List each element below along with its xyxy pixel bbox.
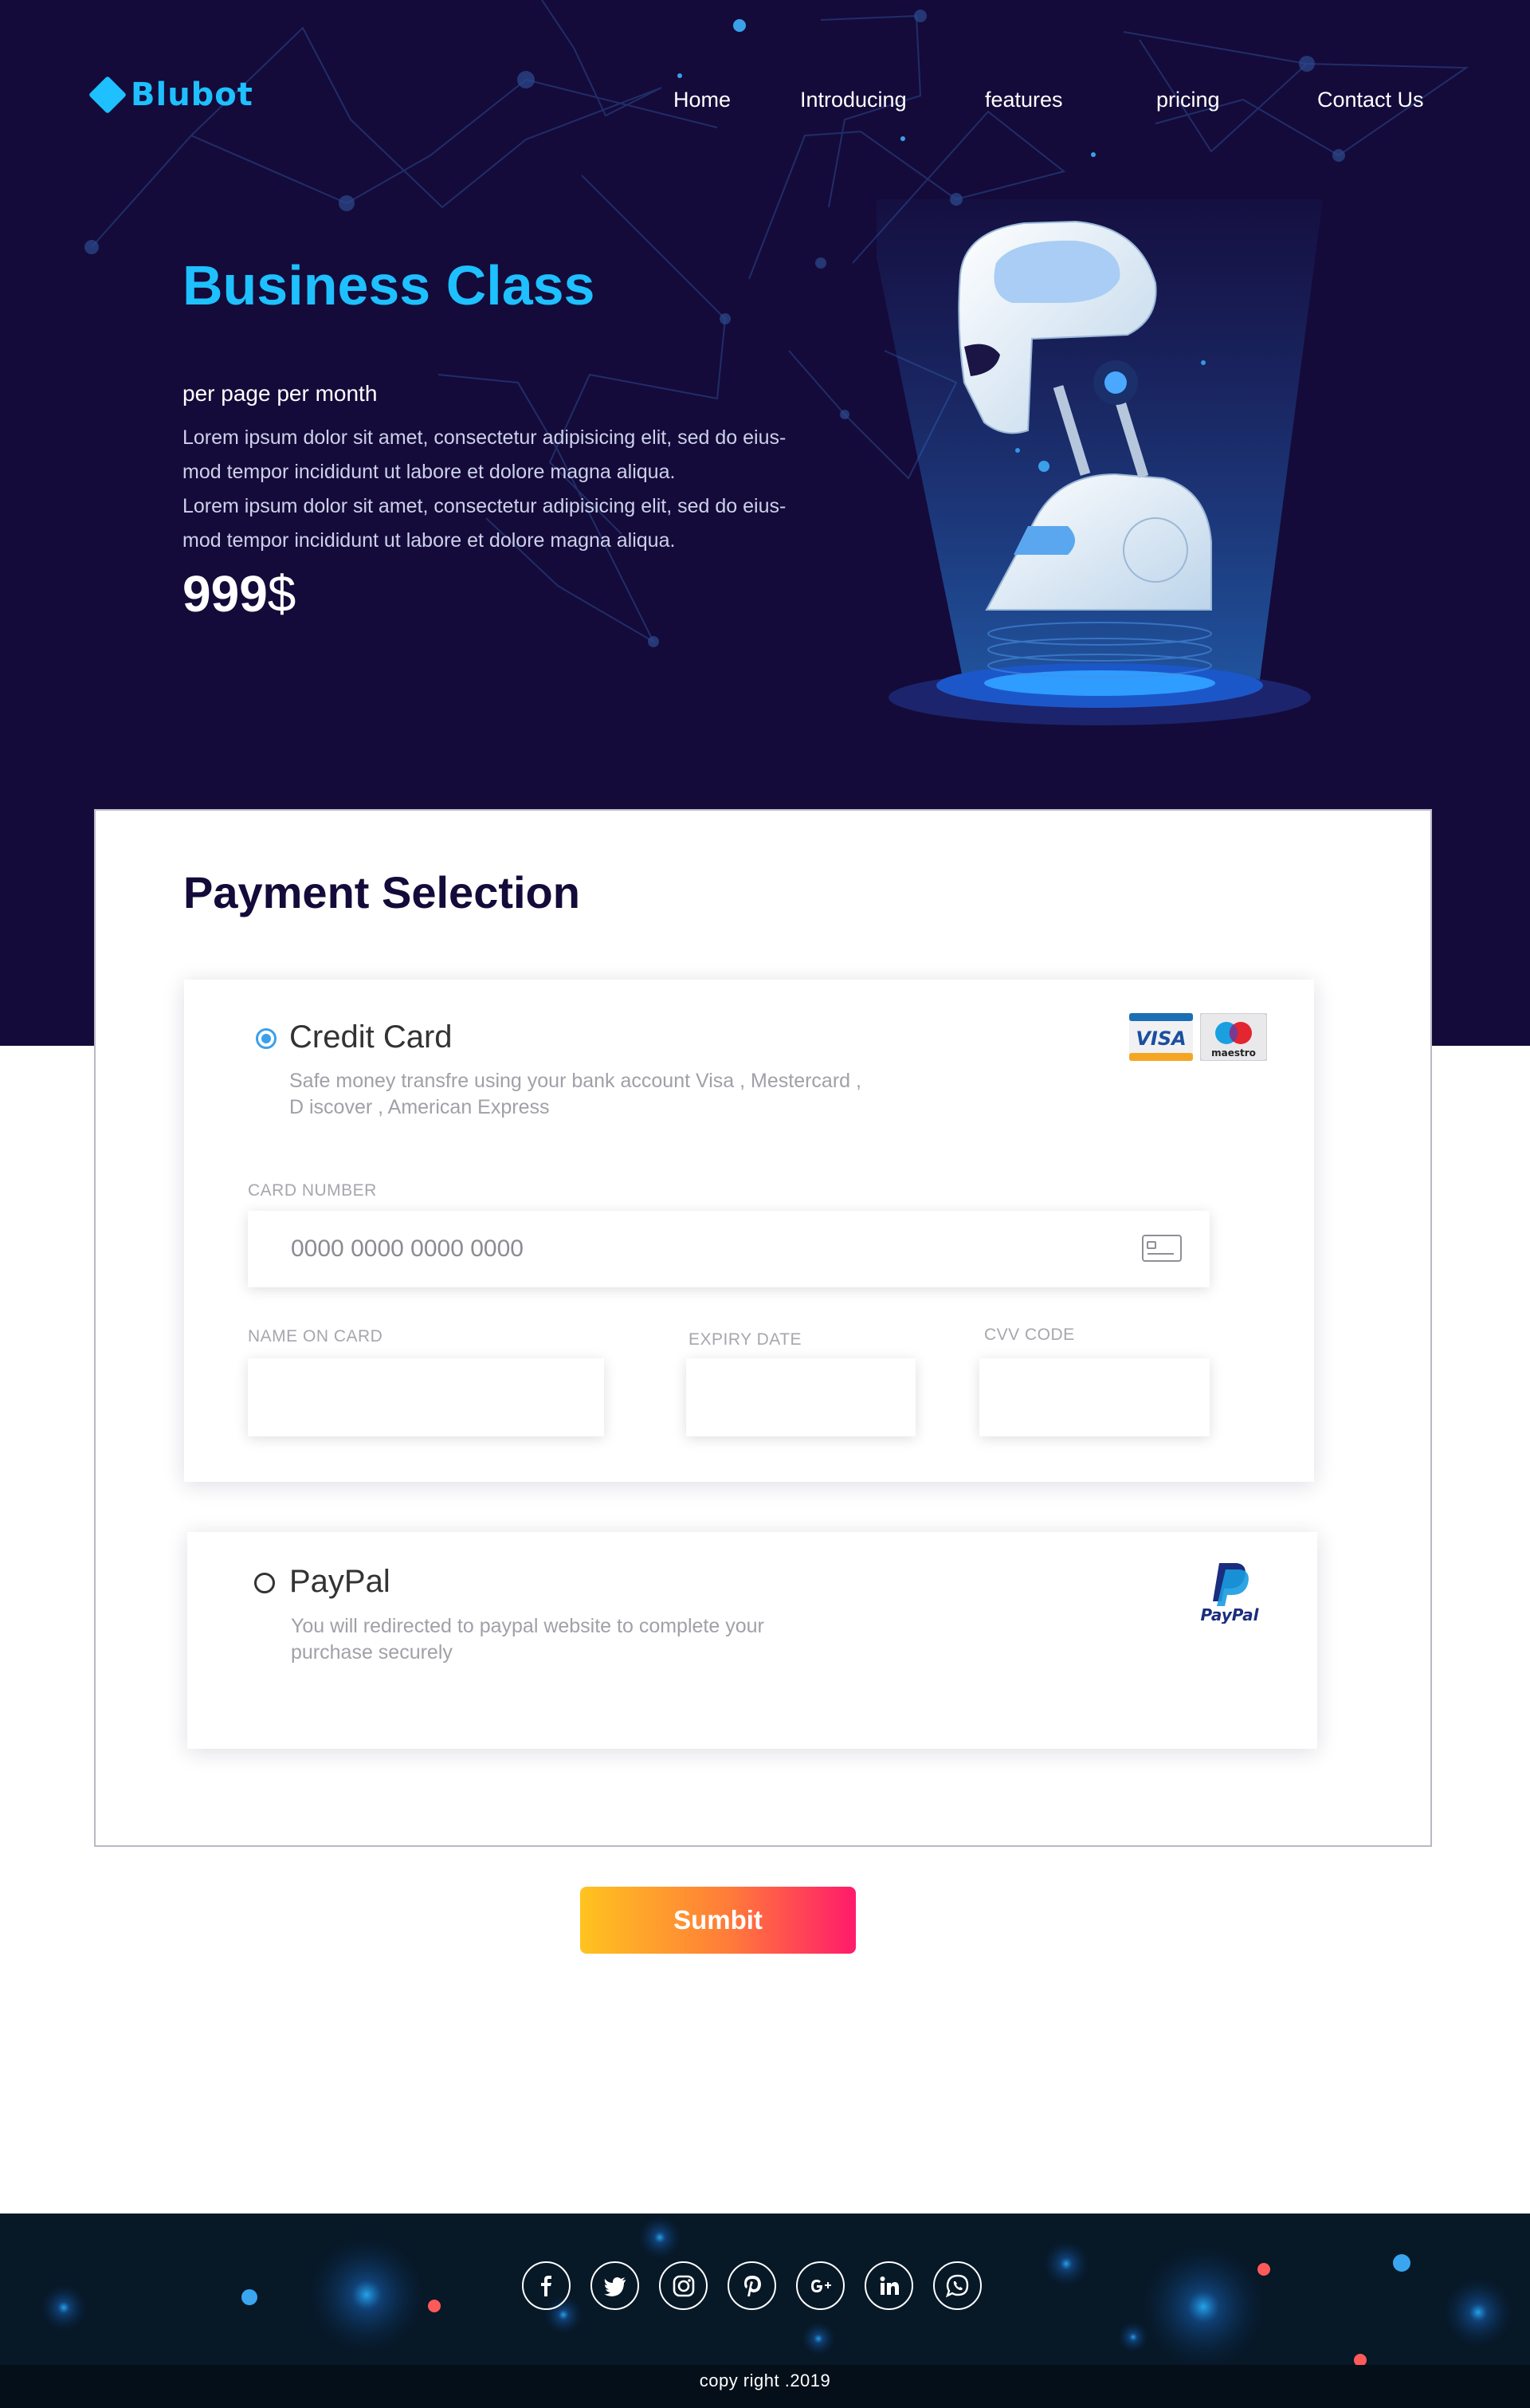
cvv-code-input[interactable]	[979, 1358, 1210, 1436]
brand-name: Blubot	[131, 77, 253, 113]
card-number-input[interactable]	[248, 1211, 1210, 1287]
linkedin-icon[interactable]	[865, 2261, 913, 2310]
credit-card-icon	[1142, 1235, 1182, 1262]
nav-introducing[interactable]: Introducing	[800, 88, 907, 112]
cvv-code-label: CVV CODE	[984, 1326, 1075, 1344]
pinterest-icon[interactable]	[728, 2261, 776, 2310]
nav-home[interactable]: Home	[673, 88, 731, 112]
paypal-radio[interactable]	[254, 1573, 275, 1593]
plan-description-line: Lorem ipsum dolor sit amet, consectetur …	[182, 495, 787, 517]
payment-title: Payment Selection	[183, 867, 580, 917]
expiry-date-input[interactable]	[686, 1358, 916, 1436]
price-value: 999	[182, 565, 268, 623]
plan-description-line: mod tempor incididunt ut labore et dolor…	[182, 461, 676, 483]
social-links	[522, 2261, 982, 2310]
name-on-card-input[interactable]	[248, 1358, 604, 1436]
credit-card-description-line: Safe money transfre using your bank acco…	[289, 1070, 861, 1092]
paypal-logo-icon: PayPal	[1200, 1563, 1260, 1624]
credit-card-label: Credit Card	[289, 1019, 453, 1055]
nav-contact-us[interactable]: Contact Us	[1317, 88, 1424, 112]
paypal-logo-text: PayPal	[1200, 1605, 1259, 1624]
robot-hologram-illustration	[877, 199, 1323, 725]
submit-button[interactable]: Sumbit	[580, 1887, 856, 1954]
credit-card-radio[interactable]	[256, 1028, 277, 1049]
nav-features[interactable]: features	[985, 88, 1063, 112]
price-currency: $	[267, 565, 296, 623]
brand-logo[interactable]: Blubot	[88, 75, 253, 115]
plan-subtitle: per page per month	[182, 381, 378, 406]
credit-card-option[interactable]: Credit Card Safe money transfre using yo…	[184, 980, 1314, 1482]
copyright-text: copy right .2019	[699, 2371, 831, 2390]
card-number-label: CARD NUMBER	[248, 1181, 377, 1200]
google-plus-icon[interactable]	[796, 2261, 845, 2310]
credit-card-description: Safe money transfre using your bank acco…	[289, 1068, 861, 1121]
whatsapp-icon[interactable]	[933, 2261, 982, 2310]
maestro-logo-icon: maestro	[1200, 1013, 1267, 1061]
instagram-icon[interactable]	[659, 2261, 708, 2310]
paypal-description-line: You will redirected to paypal website to…	[291, 1615, 764, 1637]
visa-text: VISA	[1136, 1027, 1186, 1050]
expiry-date-label: EXPIRY DATE	[688, 1330, 802, 1349]
name-on-card-label: NAME ON CARD	[248, 1327, 383, 1345]
credit-card-description-line: D iscover , American Express	[289, 1096, 550, 1118]
plan-price: 999$	[182, 564, 296, 623]
paypal-label: PayPal	[289, 1564, 390, 1599]
nav-pricing[interactable]: pricing	[1156, 88, 1220, 112]
payment-panel: Payment Selection Credit Card Safe money…	[94, 809, 1432, 1847]
diamond-logo-icon	[88, 75, 128, 115]
paypal-description-line: purchase securely	[291, 1641, 453, 1664]
footer: copy right .2019	[0, 2214, 1530, 2408]
plan-description-line: Lorem ipsum dolor sit amet, consectetur …	[182, 426, 787, 449]
plan-title: Business Class	[182, 254, 595, 316]
paypal-option[interactable]: PayPal You will redirected to paypal web…	[187, 1532, 1317, 1749]
plan-description-line: mod tempor incididunt ut labore et dolor…	[182, 529, 676, 552]
visa-logo-icon: VISA	[1129, 1013, 1193, 1061]
maestro-text: maestro	[1211, 1047, 1256, 1059]
twitter-icon[interactable]	[590, 2261, 639, 2310]
facebook-icon[interactable]	[522, 2261, 571, 2310]
plan-description: Lorem ipsum dolor sit amet, consectetur …	[182, 421, 876, 558]
paypal-description: You will redirected to paypal website to…	[291, 1613, 764, 1666]
